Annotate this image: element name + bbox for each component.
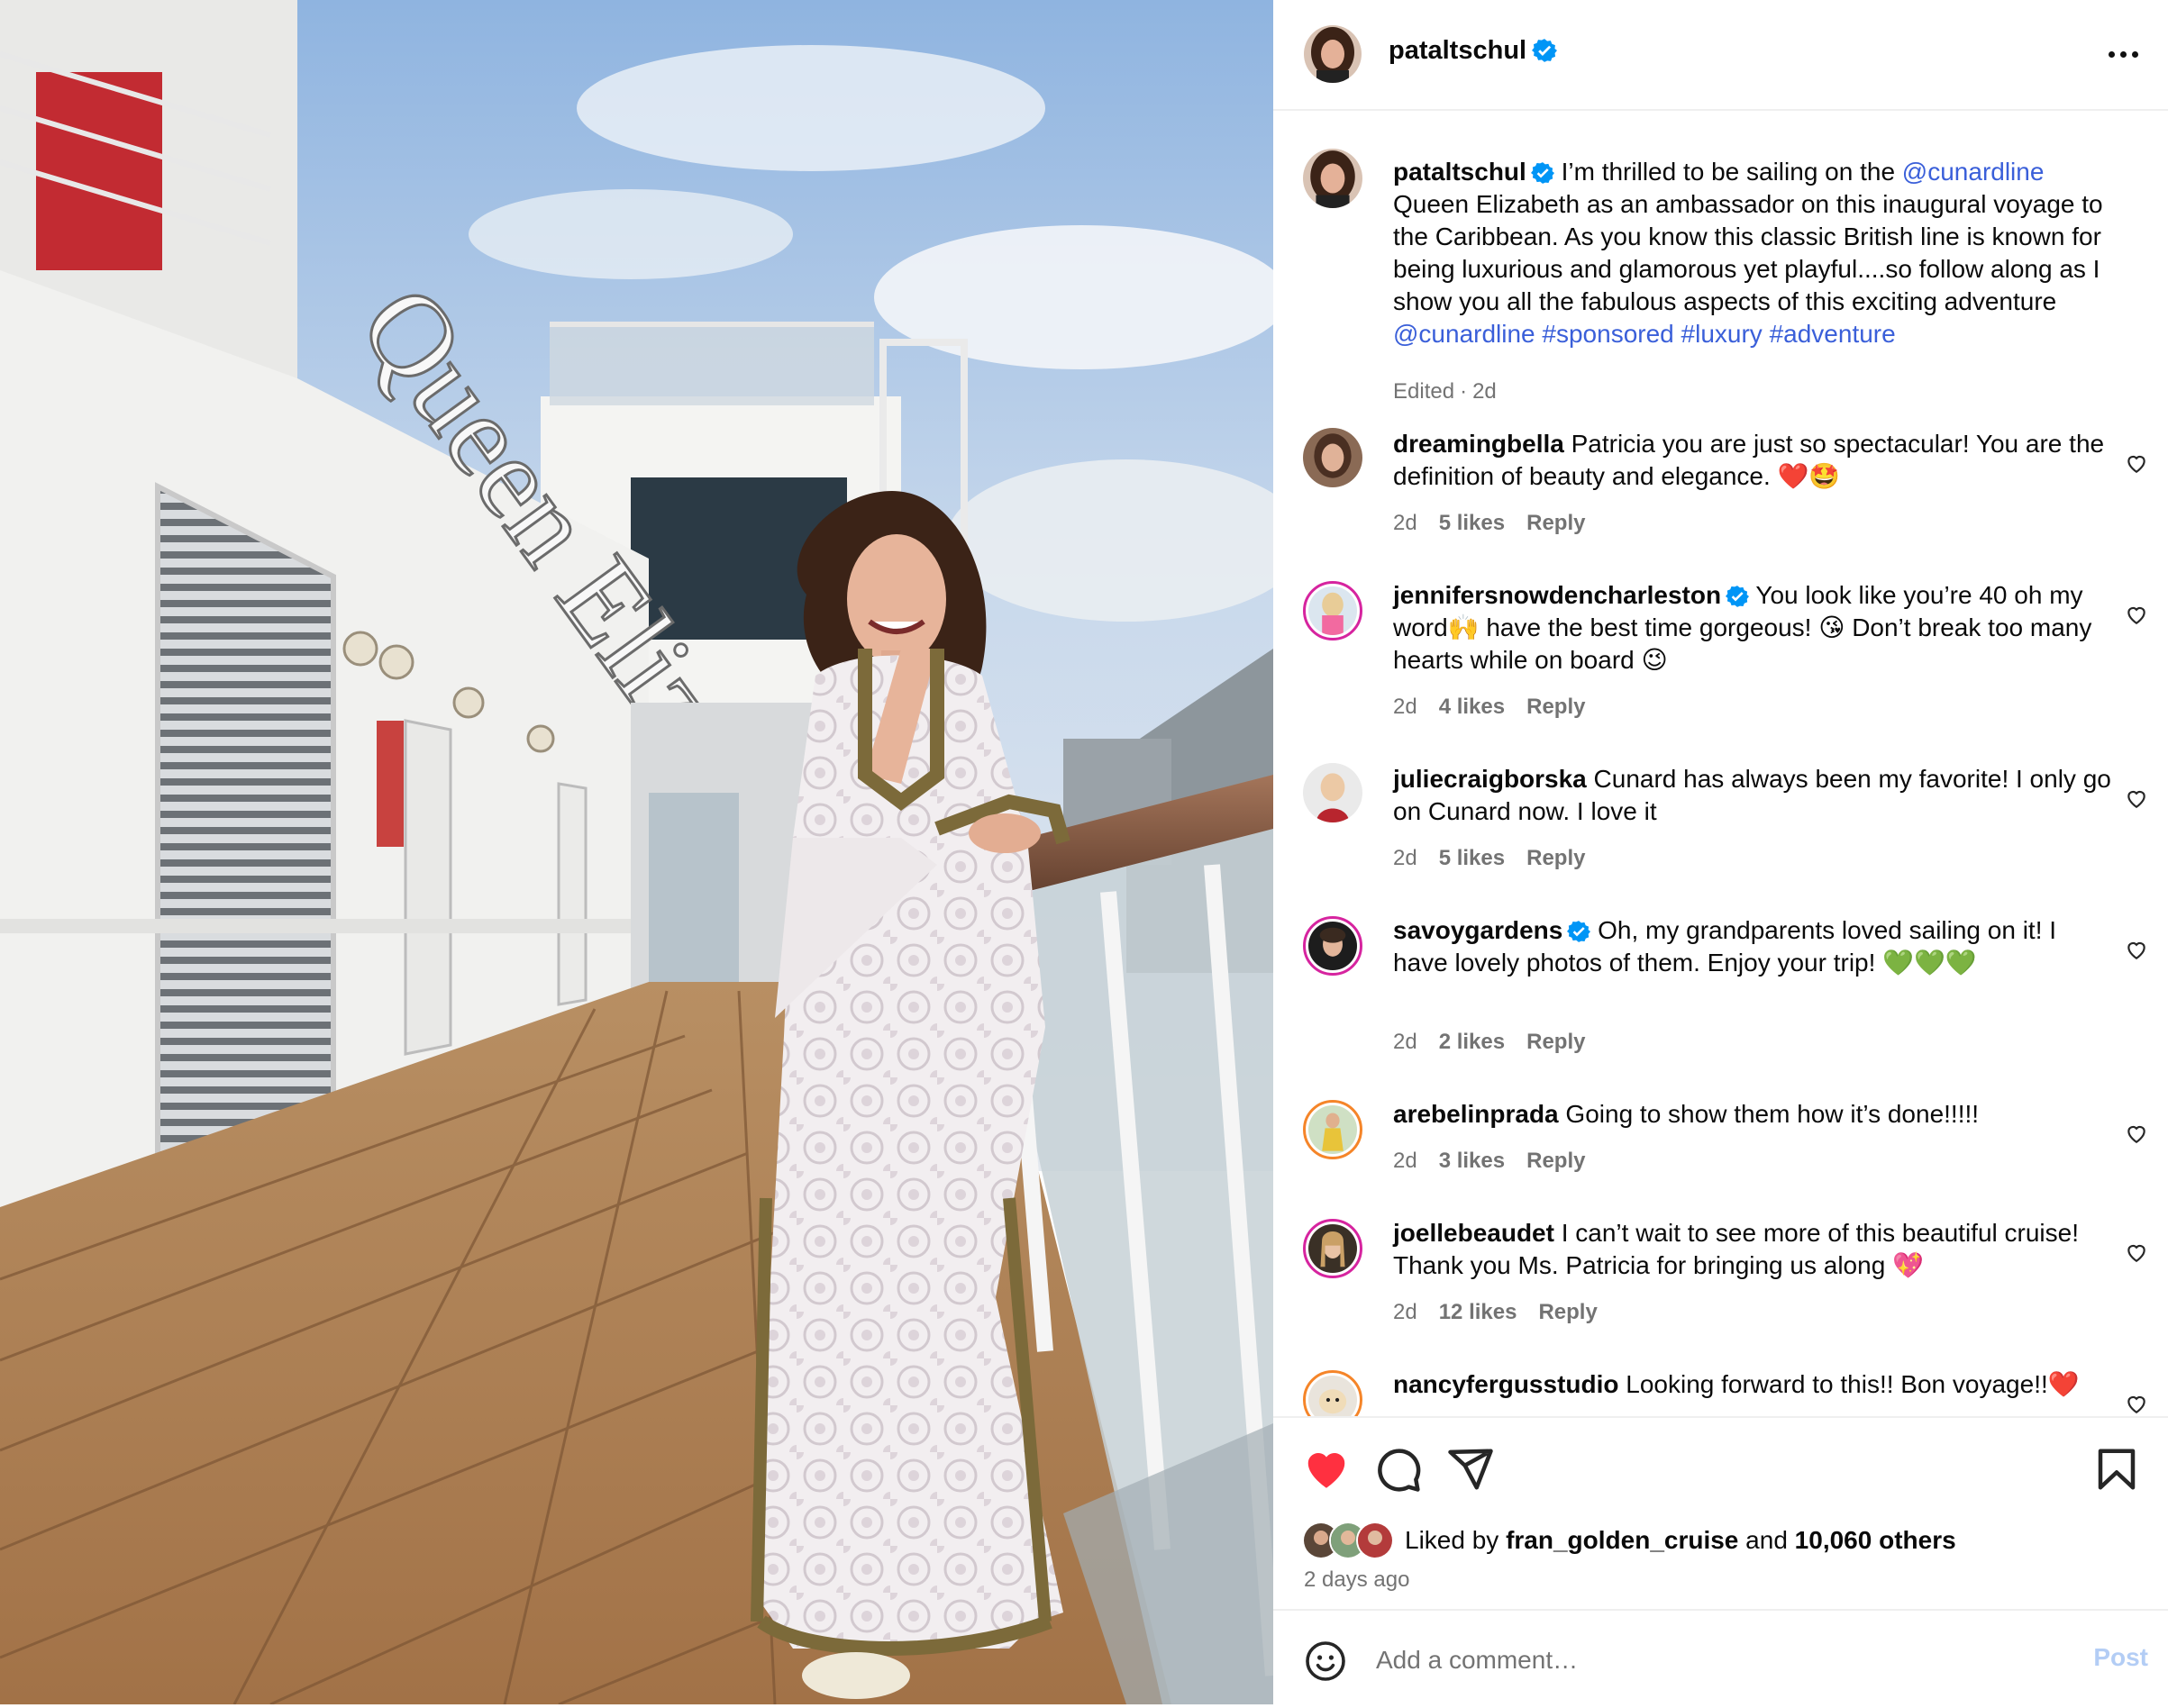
caption-time: 2d [1472,379,1497,404]
commenter-username[interactable]: dreamingbella [1393,430,1564,458]
comment-like-heart-icon[interactable] [2125,1392,2148,1415]
comment-like-heart-icon[interactable] [2125,786,2148,810]
comment-time: 2d [1393,846,1417,870]
commenter-avatar[interactable] [1303,428,1362,487]
edited-label: Edited [1393,379,1455,404]
comment-body: Looking forward to this!! Bon voyage!!❤️ [1618,1370,2080,1398]
author-username-row[interactable]: pataltschul [1389,36,1558,66]
post-timestamp[interactable]: 2 days ago [1304,1567,1409,1593]
comment-likes[interactable]: 4 likes [1439,695,1505,719]
emoji-icon[interactable] [1304,1640,1347,1683]
instagram-post-view: Queen Elizabeth pataltschul pataltschul … [0,0,2168,1706]
liked-by-prefix: Liked by [1405,1526,1507,1554]
send-icon[interactable] [1446,1445,1495,1494]
comment-likes[interactable]: 12 likes [1439,1300,1517,1324]
liked-by-user[interactable]: fran_golden_cruise [1506,1526,1738,1554]
reply-button[interactable]: Reply [1526,1149,1585,1173]
commenter-avatar[interactable] [1303,581,1362,640]
comment-meta: 2d 5 likes Reply [1393,846,1607,871]
caption-username[interactable]: pataltschul [1393,158,1526,186]
comment-meta: 2d 3 likes Reply [1393,1149,1607,1174]
liker-avatar[interactable] [1356,1522,1394,1559]
comment-time: 2d [1393,1030,1417,1054]
reply-button[interactable]: Reply [1538,1300,1597,1324]
ship-deck-photo: Queen Elizabeth [0,0,1273,1704]
comment-body: Going to show them how it’s done!!!!! [1558,1100,1980,1128]
hashtag-link[interactable]: #sponsored [1542,320,1673,348]
post-actions: Liked by fran_golden_cruise and 10,060 o… [1273,1416,2168,1706]
commenter-avatar[interactable] [1303,1100,1362,1159]
comment-meta: 2d 5 likes Reply [1393,511,1607,536]
comment-time: 2d [1393,1300,1417,1324]
liked-by-others[interactable]: 10,060 others [1795,1526,1956,1554]
verified-badge-icon [1567,921,1591,942]
commenter-avatar[interactable] [1303,916,1362,976]
commenter-avatar[interactable] [1303,763,1362,822]
comment-likes[interactable]: 5 likes [1439,846,1505,870]
author-username[interactable]: pataltschul [1389,36,1526,65]
comment-like-heart-icon[interactable] [2125,1122,2148,1145]
post-side-panel: pataltschul pataltschul I’m thrilled to … [1273,0,2168,1706]
comment-likes[interactable]: 2 likes [1439,1030,1505,1054]
comment-text: nancyfergusstudio Looking forward to thi… [1393,1368,2114,1401]
commenter-username[interactable]: joellebeaudet [1393,1219,1554,1247]
reply-button[interactable]: Reply [1526,695,1585,719]
comment-time: 2d [1393,1149,1417,1173]
more-options-icon[interactable] [2100,34,2146,74]
heart-filled-icon[interactable] [1302,1445,1351,1494]
comment-text: jennifersnowdencharleston You look like … [1393,579,2114,677]
comment-text: juliecraigborska Cunard has always been … [1393,763,2114,828]
commenter-username[interactable]: savoygardens [1393,916,1562,944]
verified-badge-icon [1726,586,1750,607]
comments-scroll-area[interactable]: pataltschul I’m thrilled to be sailing o… [1273,111,2168,1417]
liked-by-and: and [1738,1526,1795,1554]
post-comment-button[interactable]: Post [2093,1643,2148,1672]
reply-button[interactable]: Reply [1526,511,1585,535]
reply-button[interactable]: Reply [1526,846,1585,870]
meta-separator: · [1460,379,1468,404]
bookmark-icon[interactable] [2092,1445,2141,1494]
comment-like-heart-icon[interactable] [2125,451,2148,475]
commenter-username[interactable]: juliecraigborska [1393,765,1587,793]
post-header: pataltschul [1273,0,2168,111]
commenter-username[interactable]: jennifersnowdencharleston [1393,581,1721,609]
commenter-avatar[interactable] [1303,1219,1362,1278]
comment-meta: 2d 4 likes Reply [1393,695,1607,720]
mention-link[interactable]: @cunardline [1393,320,1535,348]
mention-link[interactable]: @cunardline [1902,158,2045,186]
reply-button[interactable]: Reply [1526,1030,1585,1054]
comment-composer: Post [1273,1609,2168,1708]
caption-author-avatar[interactable] [1303,149,1362,208]
hashtag-link[interactable]: #adventure [1770,320,1896,348]
comment-likes[interactable]: 3 likes [1439,1149,1505,1173]
liked-by-text: Liked by fran_golden_cruise and 10,060 o… [1405,1526,1956,1555]
verified-badge-icon [1530,162,1554,184]
caption-meta: Edited · 2d [1393,379,1518,404]
commenter-username[interactable]: nancyfergusstudio [1393,1370,1618,1398]
author-avatar[interactable] [1304,25,1362,83]
comment-meta: 2d 12 likes Reply [1393,1300,1619,1325]
add-comment-input[interactable] [1374,1641,2009,1679]
comment-meta: 2d 2 likes Reply [1393,1030,1607,1055]
liked-by-row: Liked by fran_golden_cruise and 10,060 o… [1302,1521,1956,1560]
caption-body-1: I’m thrilled to be sailing on the [1553,158,1902,186]
comment-likes[interactable]: 5 likes [1439,511,1505,535]
comment-icon[interactable] [1374,1445,1423,1494]
comment-like-heart-icon[interactable] [2125,1240,2148,1264]
comment-text: joellebeaudet I can’t wait to see more o… [1393,1217,2114,1282]
comment-text: dreamingbella Patricia you are just so s… [1393,428,2114,493]
comment-text: savoygardens Oh, my grandparents loved s… [1393,914,2114,979]
comment-text: arebelinprada Going to show them how it’… [1393,1098,2114,1131]
post-photo[interactable]: Queen Elizabeth [0,0,1273,1704]
hashtag-link[interactable]: #luxury [1681,320,1763,348]
caption-text: pataltschul I’m thrilled to be sailing o… [1393,156,2114,350]
caption-body-2: Queen Elizabeth as an ambassador on this… [1393,190,2103,315]
commenter-avatar[interactable] [1303,1370,1362,1417]
comment-like-heart-icon[interactable] [2125,938,2148,961]
comment-like-heart-icon[interactable] [2125,603,2148,626]
comment-time: 2d [1393,511,1417,535]
verified-badge-icon [1532,39,1558,62]
comment-time: 2d [1393,695,1417,719]
commenter-username[interactable]: arebelinprada [1393,1100,1559,1128]
